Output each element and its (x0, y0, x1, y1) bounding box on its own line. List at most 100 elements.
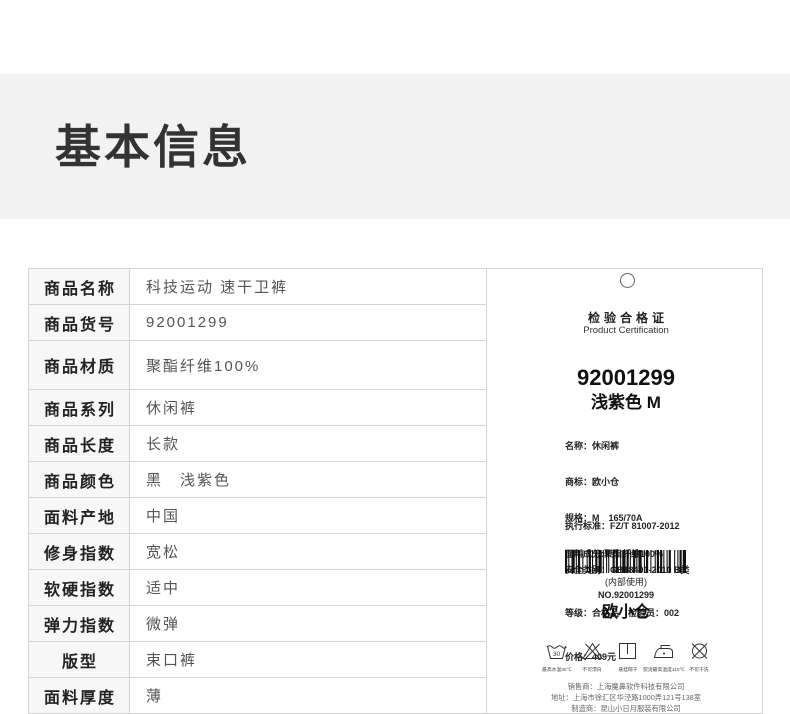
section-header: 基本信息 (0, 74, 790, 219)
tag-detail-line: 名称：休闲裤 (565, 441, 620, 451)
barcode-bar (638, 550, 642, 573)
barcode-bar (643, 550, 645, 573)
table-row: 商品颜色 黑 浅紫色 (29, 462, 486, 498)
care-label: 不可漂白 (582, 667, 602, 673)
barcode-bar (654, 550, 656, 573)
wash-temp-text: 30 (553, 651, 561, 658)
fabric-thickness-value: 薄 (146, 688, 164, 705)
barcode-bar (612, 550, 615, 573)
table-row: 商品系列 休闲裤 (29, 390, 486, 426)
product-material-value: 聚酯纤维100% (146, 357, 261, 375)
stretch-index-value: 微弹 (146, 616, 181, 633)
barcode-bar (660, 550, 663, 573)
table-row: 商品长度 长款 (29, 426, 486, 462)
care-item: 悬挂晾干 (610, 642, 646, 678)
no-bleach-icon (581, 642, 603, 659)
product-sku-value: 92001299 (146, 314, 229, 331)
cut-style-label: 版型 (29, 642, 130, 677)
tag-internal-use: (内部使用) (605, 577, 647, 587)
barcode-bar (636, 550, 638, 573)
table-row: 面料产地 中国 (29, 498, 486, 534)
table-row: 软硬指数 适中 (29, 570, 486, 606)
table-row: 商品材质 聚酯纤维100% (29, 341, 486, 390)
fabric-thickness-label: 面料厚度 (29, 678, 130, 713)
barcode-bar (577, 550, 581, 573)
barcode-bar (588, 550, 591, 573)
softness-index-label: 软硬指数 (29, 570, 130, 605)
barcode-bar (663, 550, 665, 573)
barcode-bar (679, 550, 682, 573)
barcode-bar (598, 550, 602, 573)
barcode-bar (682, 550, 686, 573)
barcode-bar (646, 550, 649, 573)
tag-brand: 欧小仓 (601, 604, 651, 621)
no-dry-clean-icon (691, 643, 708, 659)
fabric-origin-value: 中国 (146, 508, 181, 525)
tag-seller: 销售商：上海魔鼻软件科技有限公司 (567, 683, 685, 691)
table-row: 面料厚度 薄 (29, 678, 486, 713)
table-row: 弹力指数 微弹 (29, 606, 486, 642)
product-info-page: 基本信息 商品名称 科技运动 速干卫裤 商品货号 92001299 商品材质 聚… (0, 0, 790, 714)
section-title: 基本信息 (55, 121, 251, 173)
product-material-label: 商品材质 (29, 341, 130, 389)
info-table-rows: 商品名称 科技运动 速干卫裤 商品货号 92001299 商品材质 聚酯纤维10… (29, 269, 486, 713)
barcode-bar (615, 550, 618, 573)
barcode-bar (656, 550, 659, 573)
barcode-bar (565, 550, 568, 573)
tag-standard-line: 执行标准：FZ/T 81007-2012 (565, 521, 680, 531)
fit-index-value: 宽松 (146, 544, 181, 561)
fabric-origin-label: 面料产地 (29, 498, 130, 533)
product-length-label: 商品长度 (29, 426, 130, 461)
barcode-bar (575, 550, 577, 573)
stretch-index-label: 弹力指数 (29, 606, 130, 641)
tag-product-code: 92001299 (577, 365, 675, 390)
care-instructions: 30 最高水温30℃ 不可漂白 悬挂晾干 熨烫最高温度110℃ 不可干洗 (539, 642, 717, 678)
care-item: 不可漂白 (575, 642, 611, 678)
product-color-value: 黑 浅紫色 (146, 472, 232, 489)
product-series-value: 休闲裤 (146, 400, 198, 417)
barcode-bar (582, 550, 584, 573)
info-table: 商品名称 科技运动 速干卫裤 商品货号 92001299 商品材质 聚酯纤维10… (28, 268, 763, 714)
tag-hole (620, 273, 635, 288)
hang-dry-icon (619, 643, 637, 659)
care-item: 30 最高水温30℃ (539, 642, 575, 678)
certification-tag: 检验合格证 Product Certification 92001299 浅紫色… (486, 269, 762, 713)
barcode-bar (633, 550, 636, 573)
tag-manufacturer: 制造商：昆山小日月服装有限公司 (571, 705, 681, 713)
barcode-bar (571, 550, 575, 573)
barcode-bar (674, 550, 676, 573)
tag-color-size: 浅紫色 M (591, 393, 661, 412)
barcode-bar (666, 550, 668, 573)
barcode-bar (602, 550, 604, 573)
barcode-bar (620, 550, 622, 573)
barcode-bar (606, 550, 608, 573)
product-length-value: 长款 (146, 436, 181, 453)
product-sku-label: 商品货号 (29, 305, 130, 340)
barcode-bar (592, 550, 594, 573)
softness-index-value: 适中 (146, 580, 181, 597)
barcode-bar (668, 550, 671, 573)
barcode-bar (650, 550, 652, 573)
product-series-label: 商品系列 (29, 390, 130, 425)
tag-title: 检验合格证 (587, 311, 669, 325)
barcode-bar (629, 550, 631, 573)
table-row: 商品名称 科技运动 速干卫裤 (29, 269, 486, 305)
barcode-bar (595, 550, 598, 573)
barcode-bar (622, 550, 626, 573)
care-label: 熨烫最高温度110℃ (642, 667, 685, 673)
barcode (565, 550, 686, 573)
wash-30-icon: 30 (546, 645, 568, 659)
care-label: 不可干洗 (689, 667, 709, 673)
care-label: 最高水温30℃ (541, 667, 572, 673)
table-row: 版型 束口裤 (29, 642, 486, 678)
barcode-bar (568, 550, 570, 573)
tag-detail-line: 商标：欧小仓 (565, 477, 620, 487)
tag-address: 地址：上海市徐汇区华泾路1000弄121号138室 (550, 694, 702, 702)
iron-110-icon (653, 645, 674, 658)
barcode-bar (626, 550, 629, 573)
cut-style-value: 束口裤 (146, 652, 198, 669)
table-row: 修身指数 宽松 (29, 534, 486, 570)
care-item: 熨烫最高温度110℃ (642, 642, 685, 678)
product-color-label: 商品颜色 (29, 462, 130, 497)
care-label: 悬挂晾干 (618, 667, 638, 673)
